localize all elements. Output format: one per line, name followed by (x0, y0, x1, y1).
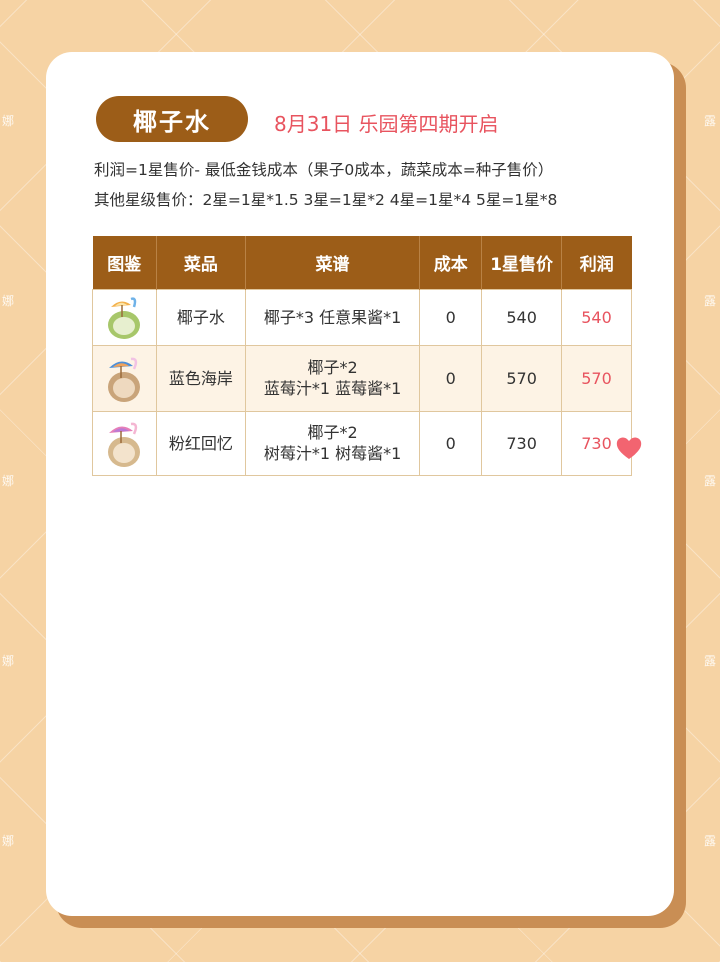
header-recipe: 菜谱 (244, 236, 420, 289)
coconut-drink-pink-umbrella-icon (108, 422, 141, 467)
watermark-right: 露 (704, 474, 717, 488)
coconut-drink-blue-umbrella-icon (108, 357, 141, 402)
price-cell: 570 (481, 344, 563, 412)
recipe-line: 椰子*2 (307, 423, 358, 442)
dish-illustration-cell (92, 344, 157, 412)
star-price-text: 其他星级售价：2星=1星*1.5 3星=1星*2 4星=1星*4 5星=1星*8 (94, 191, 558, 209)
watermark-left: 娜 (2, 294, 15, 308)
recipe-cell: 椰子*2 树莓汁*1 树莓酱*1 (244, 410, 421, 476)
profit-formula-text: 利润=1星售价- 最低金钱成本（果子0成本，蔬菜成本=种子售价） (94, 161, 554, 179)
table-row: 蓝色海岸 椰子*2 蓝莓汁*1 蓝莓酱*1 0 570 570 (92, 344, 632, 412)
watermark-left: 娜 (2, 114, 15, 128)
page-title: 椰子水 (96, 96, 248, 142)
table-header-row: 图鉴 菜品 菜谱 成本 1星售价 利润 (92, 236, 632, 289)
recipe-cell: 椰子*3 任意果酱*1 (244, 288, 421, 346)
header-dish: 菜品 (155, 236, 246, 289)
recipe-cell: 椰子*2 蓝莓汁*1 蓝莓酱*1 (244, 344, 421, 412)
watermark-left: 娜 (2, 474, 15, 488)
cost-cell: 0 (419, 288, 483, 346)
header-cost: 成本 (419, 236, 482, 289)
table-row: 粉红回忆 椰子*2 树莓汁*1 树莓酱*1 0 730 730 (92, 410, 632, 476)
recipe-line: 椰子*2 (307, 358, 358, 377)
dish-illustration-cell (92, 288, 157, 346)
watermark-right: 露 (704, 294, 717, 308)
event-headline: 8月31日 乐园第四期开启 (274, 112, 499, 136)
cost-cell: 0 (419, 410, 483, 476)
watermark-right: 露 (704, 114, 717, 128)
profit-cell: 570 (561, 344, 632, 412)
dish-name: 粉红回忆 (155, 410, 246, 476)
price-cell: 730 (481, 410, 563, 476)
recipe-line: 椰子*3 任意果酱*1 (263, 307, 402, 327)
recipe-line: 蓝莓汁*1 蓝莓酱*1 (263, 379, 402, 398)
heart-icon (616, 437, 642, 459)
recipe-table: 图鉴 菜品 菜谱 成本 1星售价 利润 椰子水 椰子*3 任意果酱*1 0 54… (92, 236, 632, 476)
content-card: 椰子水 8月31日 乐园第四期开启 利润=1星售价- 最低金钱成本（果子0成本，… (46, 52, 674, 916)
profit-cell: 540 (561, 288, 632, 346)
watermark-right: 露 (704, 834, 717, 848)
header-illustration: 图鉴 (92, 236, 157, 289)
watermark-right: 露 (704, 654, 717, 668)
coconut-drink-white-umbrella-icon (108, 297, 141, 339)
price-cell: 540 (481, 288, 563, 346)
recipe-line: 树莓汁*1 树莓酱*1 (263, 444, 402, 463)
cost-cell: 0 (419, 344, 483, 412)
table-row: 椰子水 椰子*3 任意果酱*1 0 540 540 (92, 288, 632, 346)
dish-name: 蓝色海岸 (155, 344, 246, 412)
watermark-left: 娜 (2, 834, 15, 848)
dish-name: 椰子水 (155, 288, 246, 346)
header-profit: 利润 (561, 236, 632, 289)
watermark-left: 娜 (2, 654, 15, 668)
dish-illustration-cell (92, 410, 157, 476)
header-price: 1星售价 (481, 236, 562, 289)
